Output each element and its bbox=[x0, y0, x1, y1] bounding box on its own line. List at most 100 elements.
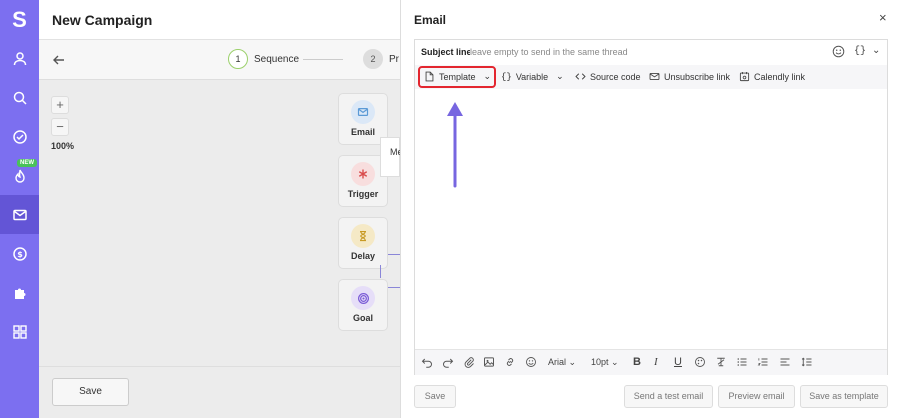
subject-input[interactable] bbox=[470, 44, 820, 60]
zoom-out-button[interactable]: − bbox=[51, 118, 69, 136]
sidebar-item-integrations[interactable] bbox=[0, 273, 39, 312]
page-title: New Campaign bbox=[52, 12, 153, 28]
target-icon bbox=[351, 286, 375, 310]
save-button[interactable]: Save bbox=[414, 385, 456, 408]
unsubscribe-link-button[interactable]: Unsubscribe link bbox=[649, 71, 730, 82]
user-icon bbox=[13, 51, 26, 65]
sidebar-item-tasks[interactable] bbox=[0, 117, 39, 156]
variable-icon: {} bbox=[854, 46, 867, 57]
redo-icon[interactable] bbox=[442, 356, 454, 370]
back-arrow-icon[interactable] bbox=[51, 52, 67, 68]
subject-row: Subject line: {} ⌄ bbox=[415, 40, 887, 64]
steps-bar: 1 Sequence 2 Pr bbox=[39, 40, 400, 80]
variable-label: Variable bbox=[515, 71, 549, 82]
sidebar-item-search[interactable] bbox=[0, 78, 39, 117]
step-1-label[interactable]: Sequence bbox=[254, 54, 299, 65]
step-2-number[interactable]: 2 bbox=[363, 49, 383, 69]
node-delay[interactable]: Delay bbox=[338, 217, 388, 269]
source-code-label: Source code bbox=[590, 71, 641, 82]
chevron-down-icon: ⌄ bbox=[872, 46, 881, 57]
chevron-down-icon: ⌄ bbox=[568, 357, 577, 367]
node-label: Trigger bbox=[347, 189, 379, 199]
send-test-email-button[interactable]: Send a test email bbox=[624, 385, 713, 408]
node-label: Goal bbox=[352, 313, 373, 323]
svg-text:$: $ bbox=[17, 250, 23, 259]
line-height-icon[interactable] bbox=[801, 356, 813, 370]
text-color-icon[interactable] bbox=[694, 356, 706, 370]
underline-icon[interactable]: U bbox=[674, 356, 682, 368]
file-plus-icon bbox=[425, 71, 434, 82]
panel-footer: Save Send a test email Preview email Sav… bbox=[401, 385, 900, 409]
campaign-header: New Campaign bbox=[39, 0, 400, 40]
email-body[interactable] bbox=[415, 89, 887, 349]
zoom-controls: + − bbox=[51, 96, 69, 140]
node-label: Email bbox=[350, 127, 375, 137]
mail-x-icon bbox=[649, 72, 660, 81]
hourglass-icon bbox=[351, 224, 375, 248]
template-button[interactable]: Template ⌄ bbox=[424, 71, 491, 82]
align-icon[interactable] bbox=[779, 356, 791, 370]
step-1-number[interactable]: 1 bbox=[228, 49, 248, 69]
panel-title: Email bbox=[414, 13, 447, 27]
sidebar: S NEW $ bbox=[0, 0, 39, 418]
save-as-template-button[interactable]: Save as template bbox=[800, 385, 888, 408]
sidebar-item-campaigns[interactable] bbox=[0, 195, 39, 234]
search-icon bbox=[13, 91, 27, 105]
node-label: Delay bbox=[350, 251, 376, 261]
preview-email-button[interactable]: Preview email bbox=[718, 385, 795, 408]
puzzle-icon bbox=[14, 288, 25, 299]
source-code-button[interactable]: Source code bbox=[575, 71, 641, 82]
chevron-down-icon: ⌄ bbox=[611, 357, 619, 367]
step-connector bbox=[303, 59, 343, 60]
flow-connector bbox=[380, 265, 381, 278]
asterisk-icon bbox=[351, 162, 375, 186]
font-size-select[interactable]: 10pt ⌄ bbox=[591, 357, 619, 368]
calendar-icon bbox=[739, 72, 750, 82]
font-family-select[interactable]: Arial ⌄ bbox=[548, 357, 576, 368]
subject-variable-button[interactable]: {} ⌄ bbox=[854, 45, 880, 57]
font-size-value: 10pt bbox=[591, 357, 609, 367]
calendly-label: Calendly link bbox=[754, 71, 806, 82]
attachment-icon[interactable] bbox=[463, 356, 475, 370]
format-toolbar: Arial ⌄ 10pt ⌄ B I U bbox=[415, 349, 887, 375]
unsubscribe-label: Unsubscribe link bbox=[664, 71, 731, 82]
numbered-list-icon[interactable] bbox=[757, 356, 769, 370]
sidebar-item-apps[interactable] bbox=[0, 312, 39, 351]
braces-icon: {} bbox=[501, 71, 512, 82]
bold-icon[interactable]: B bbox=[633, 356, 641, 368]
undo-icon[interactable] bbox=[421, 356, 433, 370]
flow-connector bbox=[388, 287, 400, 288]
flow-connector bbox=[388, 254, 400, 255]
node-card-partial[interactable]: Me bbox=[380, 137, 403, 177]
emoji-icon[interactable] bbox=[525, 356, 537, 370]
editor-toolbar: Template ⌄ {} Variable ⌄ Source code Uns… bbox=[415, 65, 887, 89]
close-icon[interactable]: × bbox=[879, 10, 887, 25]
email-editor: Subject line: {} ⌄ Template ⌄ {} Variabl… bbox=[414, 39, 888, 375]
sidebar-item-billing[interactable]: $ bbox=[0, 234, 39, 273]
template-label: Template bbox=[439, 71, 476, 82]
annotation-arrow bbox=[447, 102, 463, 188]
app-logo[interactable]: S bbox=[0, 0, 39, 39]
link-icon[interactable] bbox=[504, 356, 516, 370]
chevron-down-icon: ⌄ bbox=[483, 71, 492, 81]
clear-format-icon[interactable] bbox=[715, 356, 727, 370]
save-button[interactable]: Save bbox=[52, 378, 129, 406]
zoom-in-button[interactable]: + bbox=[51, 96, 69, 114]
flame-icon bbox=[14, 169, 25, 183]
italic-icon[interactable]: I bbox=[654, 356, 658, 368]
subject-label: Subject line: bbox=[421, 47, 475, 57]
code-icon bbox=[575, 73, 586, 80]
chevron-down-icon: ⌄ bbox=[556, 71, 564, 81]
node-goal[interactable]: Goal bbox=[338, 279, 388, 331]
emoji-icon[interactable] bbox=[832, 45, 845, 58]
calendly-link-button[interactable]: Calendly link bbox=[739, 71, 805, 82]
bulleted-list-icon[interactable] bbox=[736, 356, 748, 370]
step-2-label[interactable]: Pr bbox=[389, 54, 400, 65]
font-family-value: Arial bbox=[548, 357, 567, 367]
apps-grid-icon bbox=[12, 324, 27, 339]
image-icon[interactable] bbox=[483, 356, 495, 370]
sidebar-item-contacts[interactable] bbox=[0, 39, 39, 78]
zoom-level: 100% bbox=[51, 141, 75, 151]
campaign-footer: Save bbox=[39, 366, 400, 418]
variable-button[interactable]: {} Variable ⌄ bbox=[501, 71, 564, 82]
